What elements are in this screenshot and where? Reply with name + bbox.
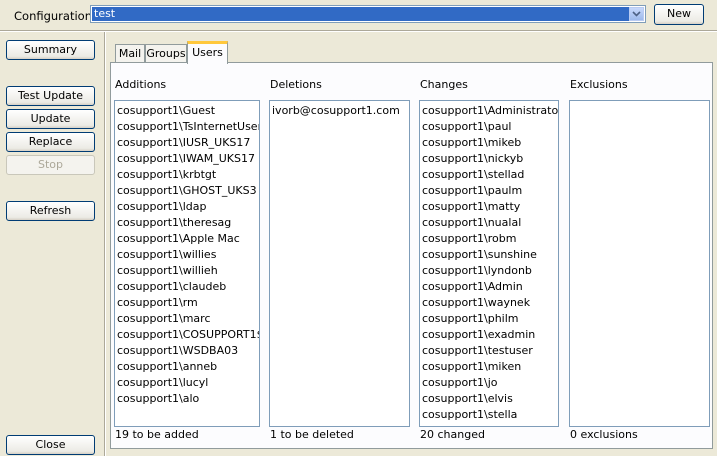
configuration-dropdown[interactable]: test (90, 5, 646, 23)
list-item[interactable]: cosupport1\jo (420, 375, 558, 391)
list-item[interactable]: cosupport1\rm (115, 295, 259, 311)
list-item[interactable]: cosupport1\Administrator (420, 103, 558, 119)
tab-users[interactable]: Users (187, 41, 228, 64)
tab-mail[interactable]: Mail (115, 44, 145, 63)
tab-groups[interactable]: Groups (145, 44, 187, 63)
summary-button[interactable]: Summary (6, 40, 95, 60)
list-item[interactable]: cosupport1\anneb (115, 359, 259, 375)
list-item[interactable]: cosupport1\Guest (115, 103, 259, 119)
deletions-list[interactable]: ivorb@cosupport1.com (269, 100, 410, 427)
refresh-button[interactable]: Refresh (6, 201, 95, 221)
list-item[interactable]: cosupport1\nualal (420, 215, 558, 231)
stop-button[interactable]: Stop (6, 155, 95, 175)
configuration-label: Configuration (14, 9, 92, 23)
list-item[interactable]: cosupport1\Apple Mac (115, 231, 259, 247)
replace-button[interactable]: Replace (6, 132, 95, 152)
additions-header: Additions (115, 78, 167, 91)
list-item[interactable]: cosupport1\ldap (115, 199, 259, 215)
list-item[interactable]: cosupport1\marc (115, 311, 259, 327)
list-item[interactable]: cosupport1\stellad (420, 167, 558, 183)
list-item[interactable]: cosupport1\IUSR_UKS17 (115, 135, 259, 151)
changes-header: Changes (420, 78, 468, 91)
close-button[interactable]: Close (6, 435, 95, 455)
configuration-selected-value: test (92, 7, 630, 21)
exclusions-count: 0 exclusions (570, 428, 638, 441)
list-item[interactable]: cosupport1\sunshine (420, 247, 558, 263)
update-button[interactable]: Update (6, 109, 95, 129)
list-item[interactable]: cosupport1\matty (420, 199, 558, 215)
list-item[interactable]: ivorb@cosupport1.com (270, 103, 409, 119)
list-item[interactable]: cosupport1\GHOST_UKS3 (115, 183, 259, 199)
list-item[interactable]: cosupport1\waynek (420, 295, 558, 311)
list-item[interactable]: cosupport1\WSDBA03 (115, 343, 259, 359)
deletions-header: Deletions (270, 78, 322, 91)
list-item[interactable]: cosupport1\stella (420, 407, 558, 423)
list-item[interactable]: cosupport1\willieh (115, 263, 259, 279)
list-item[interactable]: cosupport1\philm (420, 311, 558, 327)
test-update-button[interactable]: Test Update (6, 86, 95, 106)
list-item[interactable]: cosupport1\krbtgt (115, 167, 259, 183)
sidebar-divider (104, 32, 106, 456)
list-item[interactable]: cosupport1\alo (115, 391, 259, 407)
exclusions-header: Exclusions (570, 78, 628, 91)
list-item[interactable]: cosupport1\paulm (420, 183, 558, 199)
list-item[interactable]: cosupport1\paul (420, 119, 558, 135)
deletions-count: 1 to be deleted (270, 428, 354, 441)
list-item[interactable]: cosupport1\COSUPPORT1$ (115, 327, 259, 343)
chevron-down-icon (632, 11, 641, 17)
list-item[interactable]: cosupport1\theresag (115, 215, 259, 231)
list-item[interactable]: cosupport1\exadmin (420, 327, 558, 343)
dropdown-button[interactable] (629, 7, 644, 21)
list-item[interactable]: cosupport1\claudeb (115, 279, 259, 295)
list-item[interactable]: cosupport1\nickyb (420, 151, 558, 167)
additions-list[interactable]: cosupport1\Guest cosupport1\TsInternetUse… (114, 100, 260, 427)
exclusions-list[interactable] (569, 100, 710, 427)
list-item[interactable]: cosupport1\willies (115, 247, 259, 263)
list-item[interactable]: cosupport1\IWAM_UKS17 (115, 151, 259, 167)
list-item[interactable]: cosupport1\lucyl (115, 375, 259, 391)
list-item[interactable]: cosupport1\testuser (420, 343, 558, 359)
list-item[interactable]: cosupport1\Admin (420, 279, 558, 295)
new-button[interactable]: New (654, 4, 704, 25)
list-item[interactable]: cosupport1\lyndonb (420, 263, 558, 279)
changes-list[interactable]: cosupport1\Administrator cosupport1\paul c… (419, 100, 559, 427)
list-item[interactable]: cosupport1\elvis (420, 391, 558, 407)
list-item[interactable]: cosupport1\TsInternetUser (115, 119, 259, 135)
additions-count: 19 to be added (115, 428, 199, 441)
list-item[interactable]: cosupport1\miken (420, 359, 558, 375)
changes-count: 20 changed (420, 428, 485, 441)
list-item[interactable]: cosupport1\mikeb (420, 135, 558, 151)
list-item[interactable]: cosupport1\robm (420, 231, 558, 247)
top-divider (0, 30, 717, 32)
